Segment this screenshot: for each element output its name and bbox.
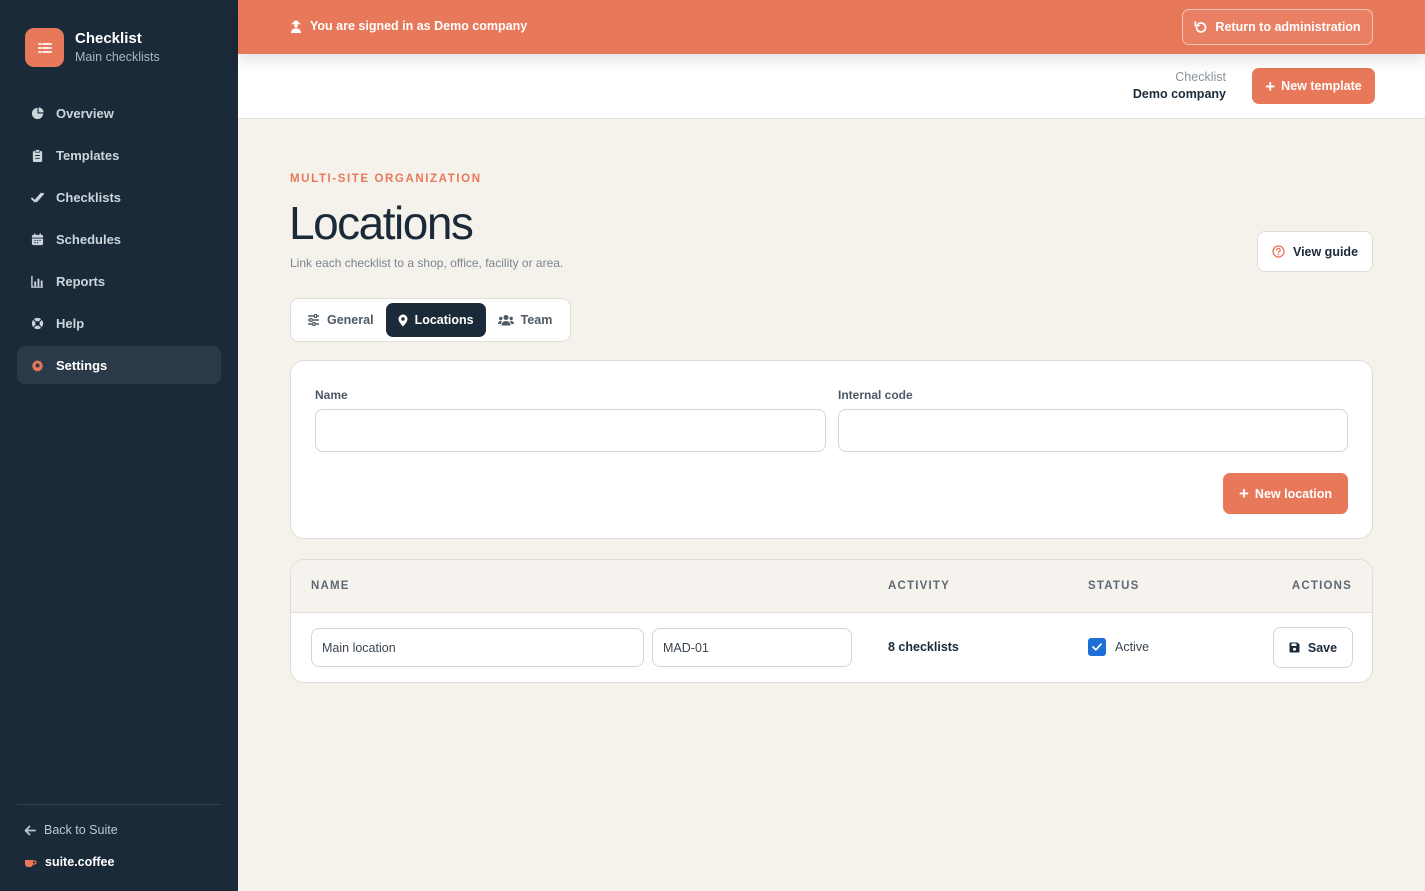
clipboard-icon (31, 148, 44, 162)
tab-team[interactable]: Team (486, 303, 565, 337)
back-to-suite-label: Back to Suite (44, 823, 118, 837)
banner-message-text: You are signed in as Demo company (310, 19, 528, 33)
bar-chart-icon (31, 275, 44, 288)
gear-icon (31, 359, 44, 372)
brand-subtitle: Main checklists (75, 50, 160, 64)
arrow-left-icon (24, 825, 36, 835)
new-location-form: Name Internal code + New location (290, 360, 1373, 539)
sidebar-item-checklists[interactable]: Checklists (17, 178, 221, 216)
top-bar: Checklist Demo company + New template (238, 54, 1425, 119)
save-label: Save (1307, 640, 1338, 655)
floppy-disk-icon (1289, 642, 1300, 653)
row-activity: 8 checklists (888, 640, 959, 654)
lifebuoy-icon (31, 317, 44, 330)
pie-chart-icon (31, 106, 44, 120)
page-description: Link each checklist to a shop, office, f… (290, 256, 564, 270)
new-template-button[interactable]: + New template (1252, 68, 1375, 104)
view-guide-button[interactable]: View guide (1257, 231, 1373, 272)
sidebar-item-label: Templates (56, 147, 120, 163)
page-title: Locations (289, 197, 474, 249)
sidebar-item-label: Overview (56, 105, 114, 121)
brand-title: Checklist (75, 30, 142, 47)
new-location-label: New location (1254, 486, 1333, 501)
plus-icon: + (1265, 76, 1276, 96)
suite-brand-label: suite.coffee (45, 855, 115, 869)
checklist-logo-icon (25, 28, 64, 67)
question-circle-icon (1272, 245, 1285, 258)
brand[interactable]: Checklist Main checklists (25, 28, 160, 67)
return-to-administration-button[interactable]: Return to administration (1182, 9, 1373, 45)
tab-general[interactable]: General (295, 303, 386, 337)
name-field-label: Name (315, 388, 348, 402)
column-header-activity: ACTIVITY (888, 580, 950, 592)
sidebar-item-settings[interactable]: Settings (17, 346, 221, 384)
banner-message: You are signed in as Demo company (290, 19, 527, 33)
undo-icon (1194, 20, 1207, 33)
table-header: NAME ACTIVITY STATUS ACTIONS (291, 560, 1372, 613)
page-eyebrow: MULTI-SITE ORGANIZATION (290, 173, 482, 185)
plus-icon: + (1238, 484, 1249, 503)
company-name: Demo company (1132, 87, 1226, 101)
tab-label: Locations (414, 313, 474, 327)
save-button[interactable]: Save (1273, 627, 1353, 668)
row-internal-code-input[interactable] (652, 628, 852, 667)
sidebar-item-schedules[interactable]: Schedules (17, 220, 221, 258)
sidebar-item-overview[interactable]: Overview (17, 94, 221, 132)
calendar-icon (31, 232, 44, 246)
sidebar-item-label: Checklists (56, 189, 122, 205)
sidebar-item-label: Schedules (56, 231, 122, 247)
users-icon (497, 315, 514, 326)
sidebar-nav: Overview Templates Checklists Schedules … (17, 94, 221, 388)
checkmark-icon (1092, 643, 1102, 651)
back-to-suite-link[interactable]: Back to Suite (24, 823, 118, 837)
internal-code-input[interactable] (838, 409, 1348, 452)
company-label: Checklist (1175, 70, 1226, 84)
row-location-name-input[interactable] (311, 628, 644, 667)
row-status: Active (1088, 638, 1149, 656)
sidebar-item-label: Settings (56, 357, 108, 373)
new-template-label: New template (1281, 79, 1362, 93)
view-guide-label: View guide (1292, 244, 1359, 259)
user-secret-icon (291, 20, 301, 33)
sidebar: Checklist Main checklists Overview Templ… (0, 0, 238, 891)
sidebar-item-label: Help (56, 315, 85, 331)
sidebar-divider (17, 804, 221, 805)
location-name-input[interactable] (315, 409, 826, 452)
double-check-icon (31, 191, 44, 204)
map-pin-icon (398, 314, 408, 326)
sliders-icon (308, 314, 319, 326)
sidebar-item-label: Reports (56, 273, 106, 289)
tab-label: General (327, 313, 374, 327)
tab-label: Team (520, 313, 553, 327)
sidebar-item-help[interactable]: Help (17, 304, 221, 342)
suite-brand[interactable]: suite.coffee (24, 855, 114, 869)
new-location-button[interactable]: + New location (1223, 473, 1348, 514)
company-switcher[interactable]: Checklist Demo company (1133, 69, 1226, 103)
column-header-status: STATUS (1088, 580, 1140, 592)
impersonation-banner: You are signed in as Demo company Return… (238, 0, 1425, 54)
sidebar-item-templates[interactable]: Templates (17, 136, 221, 174)
coffee-cup-icon (25, 859, 37, 867)
column-header-actions: ACTIONS (1291, 580, 1352, 592)
tab-locations[interactable]: Locations (385, 303, 486, 337)
settings-tabs: General Locations Team (290, 298, 571, 342)
status-label: Active (1115, 640, 1150, 654)
internal-code-field-label: Internal code (838, 388, 913, 402)
column-header-name: NAME (311, 580, 350, 592)
locations-table: NAME ACTIVITY STATUS ACTIONS 8 checklist… (290, 559, 1373, 683)
sidebar-item-reports[interactable]: Reports (17, 262, 221, 300)
active-checkbox[interactable] (1088, 638, 1106, 656)
return-label: Return to administration (1215, 20, 1361, 34)
